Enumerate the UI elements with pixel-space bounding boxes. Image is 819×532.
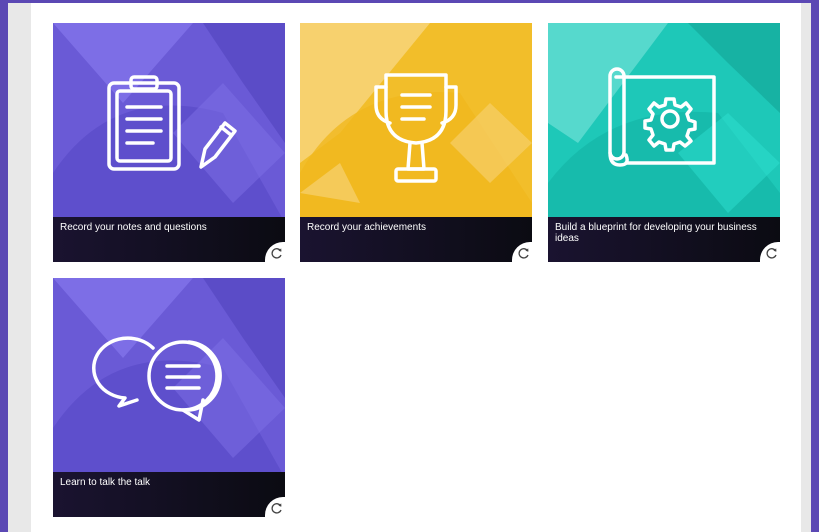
flip-card-blueprint[interactable]: Build a blueprint for developing your bu…	[548, 23, 780, 262]
refresh-icon	[271, 503, 282, 514]
refresh-icon	[518, 248, 529, 259]
refresh-icon	[766, 248, 777, 259]
card-caption: Record your achievements	[300, 217, 532, 262]
flip-card-notes[interactable]: Record your notes and questions	[53, 23, 285, 262]
frame-left-border	[0, 0, 8, 532]
flip-card-panel: Record your notes and questions Record y…	[31, 3, 801, 532]
flip-card-achievements[interactable]: Record your achievements	[300, 23, 532, 262]
card-caption: Learn to talk the talk	[53, 472, 285, 517]
refresh-icon	[271, 248, 282, 259]
card-caption: Record your notes and questions	[53, 217, 285, 262]
frame-right-border	[811, 0, 819, 532]
flip-card-talk[interactable]: Learn to talk the talk	[53, 278, 285, 517]
card-caption: Build a blueprint for developing your bu…	[548, 217, 780, 262]
